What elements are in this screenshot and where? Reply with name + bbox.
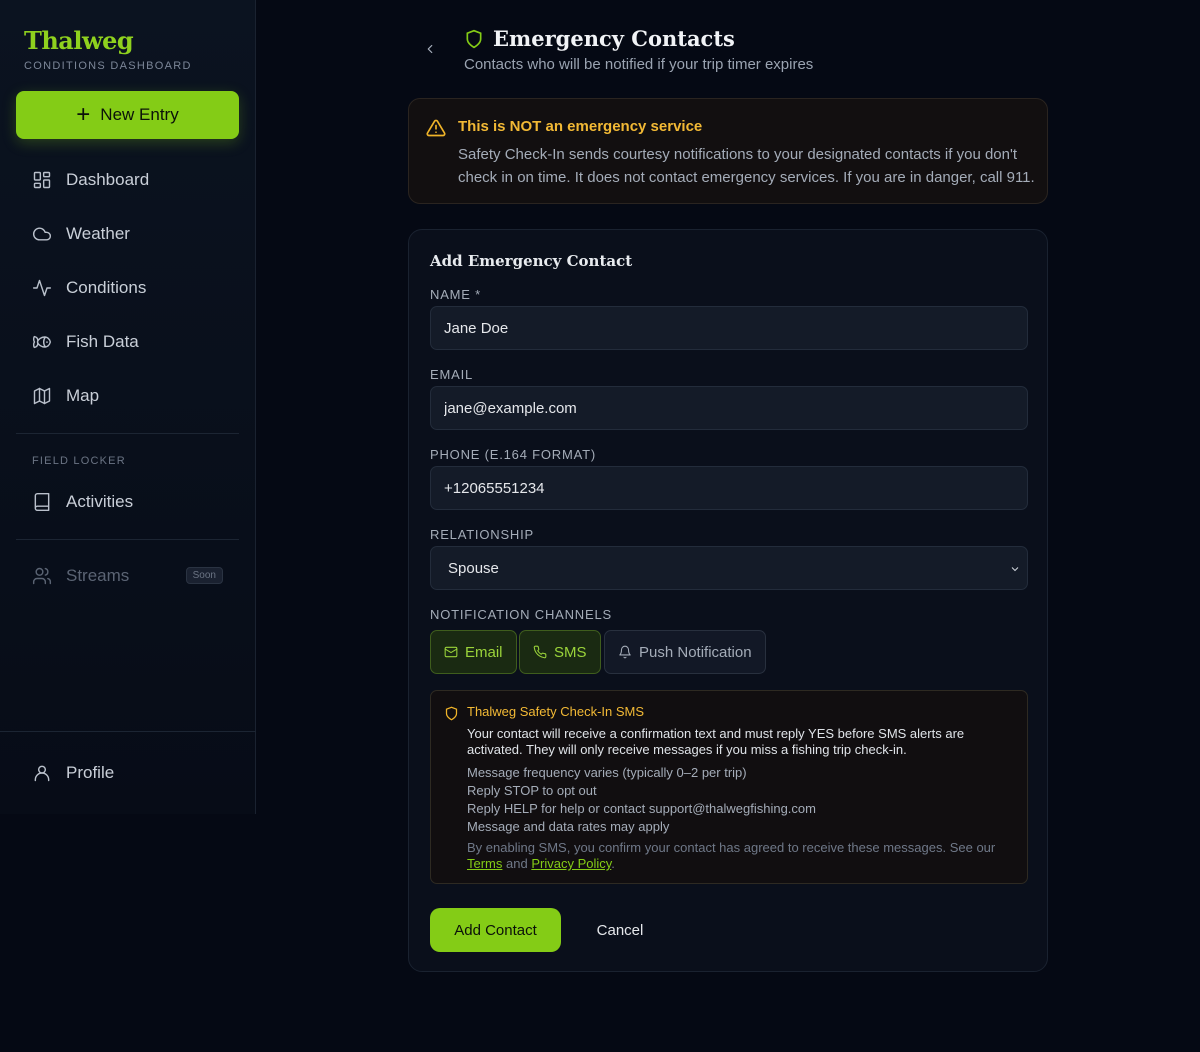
dashboard-icon — [33, 171, 51, 189]
sms-consent: By enabling SMS, you confirm your contac… — [467, 840, 1022, 872]
consent-period: . — [611, 856, 615, 871]
phone-icon — [533, 645, 547, 659]
book-icon — [34, 492, 50, 512]
channel-label: SMS — [554, 643, 587, 661]
sidebar-item-label: Activities — [66, 492, 134, 511]
brand-logo[interactable]: Thalweg — [24, 26, 192, 55]
activity-icon — [32, 279, 52, 297]
sidebar-item-streams: Streams Soon — [16, 554, 239, 598]
users-icon — [32, 567, 52, 585]
map-icon — [33, 387, 51, 405]
channel-email-toggle[interactable]: Email — [430, 630, 517, 674]
sidebar-item-profile[interactable]: Profile — [16, 751, 239, 795]
channels-label: NOTIFICATION CHANNELS — [430, 607, 612, 622]
shield-icon — [445, 706, 458, 721]
sidebar-item-label: Dashboard — [66, 170, 150, 189]
sidebar-item-label: Conditions — [66, 278, 147, 297]
list-item: Reply STOP to opt out — [467, 783, 597, 798]
page-header: Emergency Contacts — [464, 26, 735, 51]
phone-input[interactable] — [430, 466, 1028, 510]
channel-label: Email — [465, 643, 503, 661]
brand: Thalweg CONDITIONS DASHBOARD — [24, 26, 192, 72]
email-input[interactable] — [430, 386, 1028, 430]
sidebar-item-label: Map — [66, 386, 100, 405]
soon-badge: Soon — [185, 567, 223, 584]
sidebar-item-map[interactable]: Map — [16, 374, 239, 418]
sidebar-section-label: FIELD LOCKER — [32, 455, 126, 467]
add-contact-form: Add Emergency Contact NAME * EMAIL PHONE… — [408, 229, 1048, 972]
consent-and: and — [506, 856, 528, 871]
terms-link[interactable]: Terms — [467, 856, 502, 871]
sms-disclosure: Thalweg Safety Check-In SMS Your contact… — [430, 690, 1028, 884]
sidebar-item-label: Profile — [66, 763, 115, 782]
relationship-value: Spouse — [448, 559, 499, 577]
new-entry-button[interactable]: + New Entry — [16, 91, 239, 139]
privacy-policy-link[interactable]: Privacy Policy — [531, 856, 611, 871]
sidebar-divider — [16, 539, 239, 540]
chevron-left-icon — [427, 44, 433, 54]
sidebar: Thalweg CONDITIONS DASHBOARD + New Entry… — [0, 0, 256, 814]
relationship-label: RELATIONSHIP — [430, 527, 534, 542]
cloud-icon — [33, 227, 52, 241]
list-item: Reply HELP for help or contact support@t… — [467, 801, 816, 816]
warning-triangle-icon — [426, 119, 446, 137]
list-item: Message frequency varies (typically 0–2 … — [467, 765, 747, 780]
bell-icon — [619, 645, 631, 659]
consent-text: By enabling SMS, you confirm your contac… — [467, 840, 996, 855]
page-title: Emergency Contacts — [493, 26, 735, 51]
add-contact-button[interactable]: Add Contact — [430, 908, 561, 952]
sidebar-item-label: Weather — [66, 224, 130, 243]
warning-body: Safety Check-In sends courtesy notificat… — [458, 146, 1035, 186]
channel-sms-toggle[interactable]: SMS — [519, 630, 601, 674]
chevron-down-icon — [1009, 562, 1021, 574]
phone-label: PHONE (E.164 FORMAT) — [430, 447, 597, 462]
warning-title: This is NOT an emergency service — [458, 118, 703, 135]
sms-description: Your contact will receive a confirmation… — [467, 726, 965, 757]
form-title: Add Emergency Contact — [430, 252, 633, 270]
sidebar-item-conditions[interactable]: Conditions — [16, 266, 239, 310]
name-input[interactable] — [430, 306, 1028, 350]
cancel-button[interactable]: Cancel — [577, 908, 663, 952]
sidebar-item-label: Fish Data — [66, 332, 139, 351]
new-entry-label: New Entry — [100, 105, 179, 124]
page-subtitle: Contacts who will be notified if your tr… — [464, 56, 814, 73]
name-label: NAME * — [430, 287, 482, 302]
user-icon — [34, 765, 50, 782]
sidebar-item-weather[interactable]: Weather — [16, 212, 239, 256]
sms-title: Thalweg Safety Check-In SMS — [467, 704, 645, 719]
list-item: Message and data rates may apply — [467, 819, 670, 834]
sidebar-item-fish-data[interactable]: Fish Data — [16, 320, 239, 364]
sidebar-item-activities[interactable]: Activities — [16, 480, 239, 524]
sidebar-item-label: Streams — [66, 566, 130, 585]
sidebar-item-dashboard[interactable]: Dashboard — [16, 158, 239, 202]
back-button[interactable] — [422, 38, 438, 60]
shield-icon — [466, 29, 482, 48]
brand-subtitle: CONDITIONS DASHBOARD — [24, 60, 192, 72]
email-label: EMAIL — [430, 367, 474, 382]
relationship-select[interactable]: Spouse — [430, 546, 1028, 590]
mail-icon — [444, 646, 458, 658]
plus-icon: + — [76, 101, 91, 128]
emergency-warning-banner: This is NOT an emergency service Safety … — [408, 98, 1048, 204]
channel-push-toggle[interactable]: Push Notification — [604, 630, 766, 674]
sidebar-divider — [16, 433, 239, 434]
sms-terms-list: Message frequency varies (typically 0–2 … — [467, 764, 816, 836]
sidebar-divider — [0, 731, 256, 732]
fish-icon — [32, 335, 52, 349]
channel-label: Push Notification — [639, 643, 752, 661]
